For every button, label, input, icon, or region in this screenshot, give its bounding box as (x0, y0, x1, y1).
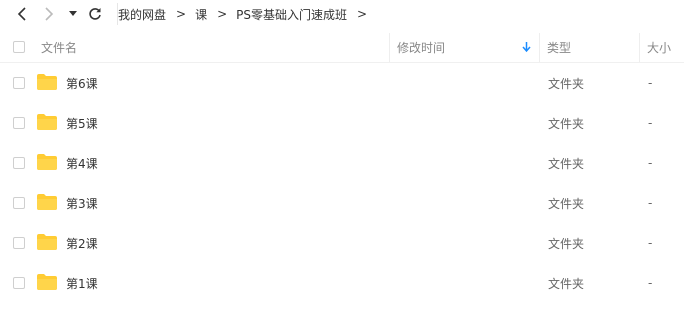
folder-icon (37, 234, 57, 250)
folder-icon (37, 274, 57, 290)
breadcrumb-separator: > (217, 7, 228, 21)
file-type: 文件夹 (548, 196, 585, 211)
row-checkbox[interactable] (13, 117, 25, 129)
sort-desc-icon[interactable] (522, 33, 531, 62)
column-header-name[interactable]: 文件名 (41, 33, 77, 62)
file-size: - (648, 116, 653, 130)
breadcrumb-item-root[interactable]: 我的网盘 (118, 6, 166, 23)
row-checkbox[interactable] (13, 157, 25, 169)
column-divider (389, 33, 390, 62)
row-checkbox[interactable] (13, 237, 25, 249)
file-size: - (648, 76, 653, 90)
row-checkbox[interactable] (13, 197, 25, 209)
refresh-icon[interactable] (85, 4, 105, 24)
file-size: - (648, 196, 653, 210)
column-header-type[interactable]: 类型 (547, 33, 571, 62)
file-name[interactable]: 第4课 (66, 143, 98, 183)
file-size: - (648, 156, 653, 170)
forward-icon[interactable] (39, 4, 59, 24)
breadcrumb-separator: > (357, 7, 368, 21)
select-all-checkbox[interactable] (13, 41, 25, 53)
folder-icon (37, 74, 57, 90)
file-type: 文件夹 (548, 76, 585, 91)
history-dropdown-icon[interactable] (65, 4, 81, 24)
column-header-size[interactable]: 大小 (647, 33, 671, 62)
file-name[interactable]: 第2课 (66, 223, 98, 263)
breadcrumb-item-current[interactable]: PS零基础入门速成班 (236, 6, 347, 23)
folder-icon (37, 154, 57, 170)
file-type: 文件夹 (548, 116, 585, 131)
file-name[interactable]: 第3课 (66, 183, 98, 223)
folder-icon (37, 194, 57, 210)
file-type: 文件夹 (548, 236, 585, 251)
folder-icon (37, 114, 57, 130)
row-checkbox[interactable] (13, 77, 25, 89)
file-name[interactable]: 第6课 (66, 63, 98, 103)
column-header-modified[interactable]: 修改时间 (397, 33, 445, 62)
row-checkbox[interactable] (13, 277, 25, 289)
breadcrumb: 我的网盘 > 课 > PS零基础入门速成班 > (118, 4, 376, 24)
file-size: - (648, 236, 653, 250)
file-row[interactable]: 第4课 文件夹 - (0, 143, 684, 183)
file-row[interactable]: 第3课 文件夹 - (0, 183, 684, 223)
file-type: 文件夹 (548, 156, 585, 171)
file-size: - (648, 276, 653, 290)
column-divider (639, 33, 640, 62)
column-divider (539, 33, 540, 62)
file-row[interactable]: 第6课 文件夹 - (0, 63, 684, 103)
toolbar: 我的网盘 > 课 > PS零基础入门速成班 > (0, 0, 684, 28)
file-list-header: 文件名 修改时间 类型 大小 (0, 33, 684, 63)
file-type: 文件夹 (548, 276, 585, 291)
breadcrumb-separator: > (176, 7, 187, 21)
back-icon[interactable] (12, 4, 32, 24)
breadcrumb-item-course[interactable]: 课 (195, 6, 207, 23)
file-name[interactable]: 第5课 (66, 103, 98, 143)
file-row[interactable]: 第1课 文件夹 - (0, 263, 684, 303)
file-name[interactable]: 第1课 (66, 263, 98, 303)
file-row[interactable]: 第2课 文件夹 - (0, 223, 684, 263)
file-row[interactable]: 第5课 文件夹 - (0, 103, 684, 143)
